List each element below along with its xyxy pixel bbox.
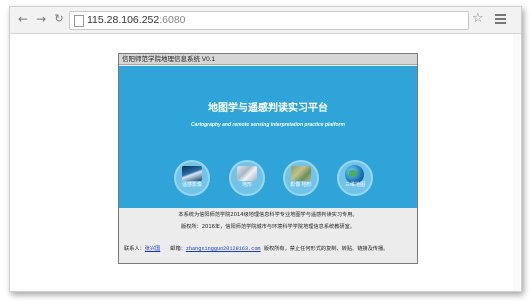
address-bar[interactable]: 115.28.106.252:6080 xyxy=(69,11,469,30)
email-label: 邮箱： xyxy=(170,246,186,252)
star-icon[interactable]: ☆ xyxy=(472,12,484,26)
contact-name-link[interactable]: 张兴国 xyxy=(145,246,161,252)
email-link[interactable]: zhangxingguo20128163.com xyxy=(186,246,261,252)
hero-panel: 地图学与遥感判读实习平台 Cartography and remote sens… xyxy=(119,66,417,208)
rights-text: 版权所有，禁止任何形式的复制、转贴、链接及传播。 xyxy=(263,246,389,252)
module-3d-map[interactable]: 三维地图 xyxy=(337,160,373,196)
module-label: 影像·地形 xyxy=(290,182,312,188)
browser-toolbar: ← → ↻ 115.28.106.252:6080 ☆ xyxy=(10,7,521,34)
hamburger-menu-icon[interactable] xyxy=(494,12,508,26)
app-window: 信阳师范学院地理信息系统 V0.1 地图学与遥感判读实习平台 Cartograp… xyxy=(118,53,418,264)
footer-contact: 联系人：张兴国 邮箱：zhangxingguo20128163.com 版权所有… xyxy=(124,246,388,253)
contact-label: 联系人： xyxy=(124,246,145,252)
footer-line-usage: 本系统为信阳师范学院2014级地理信息科学专业地图学与遥感判读实习专用。 xyxy=(178,212,358,218)
page-title: 地图学与遥感判读实习平台 xyxy=(208,103,328,114)
image-terrain-icon xyxy=(291,166,311,181)
scrollbar[interactable] xyxy=(513,34,520,291)
page-viewport: 信阳师范学院地理信息系统 V0.1 地图学与遥感判读实习平台 Cartograp… xyxy=(10,34,521,291)
satellite-image-icon xyxy=(182,166,202,181)
module-label: 地形 xyxy=(241,182,252,188)
module-image-terrain[interactable]: 影像·地形 xyxy=(283,160,319,196)
footer-line-copyright: 版权所：2016年，信阳师范学院城市与环境科学学院地理信息系统教研室。 xyxy=(180,224,355,230)
browser-window: ← → ↻ 115.28.106.252:6080 ☆ 信阳师范学院地理信息系统… xyxy=(9,6,522,292)
forward-arrow-icon[interactable]: → xyxy=(34,12,48,26)
page-subtitle: Cartography and remote sensing interpret… xyxy=(191,122,345,128)
url-text: 115.28.106.252:6080 xyxy=(87,13,186,28)
module-remote-sensing[interactable]: 遥感影像 xyxy=(174,160,210,196)
reload-icon[interactable]: ↻ xyxy=(52,12,66,26)
module-label: 三维地图 xyxy=(344,182,365,188)
footer: 本系统为信阳师范学院2014级地理信息科学专业地图学与遥感判读实习专用。 版权所… xyxy=(119,209,417,263)
terrain-map-icon xyxy=(237,166,257,181)
url-host: 115.28.106.252 xyxy=(87,14,160,26)
module-terrain[interactable]: 地形 xyxy=(229,160,265,196)
module-label: 遥感影像 xyxy=(181,182,202,188)
page-icon xyxy=(74,15,84,27)
back-arrow-icon[interactable]: ← xyxy=(16,12,30,26)
app-title-bar: 信阳师范学院地理信息系统 V0.1 xyxy=(119,54,417,65)
url-port: :6080 xyxy=(159,14,186,26)
